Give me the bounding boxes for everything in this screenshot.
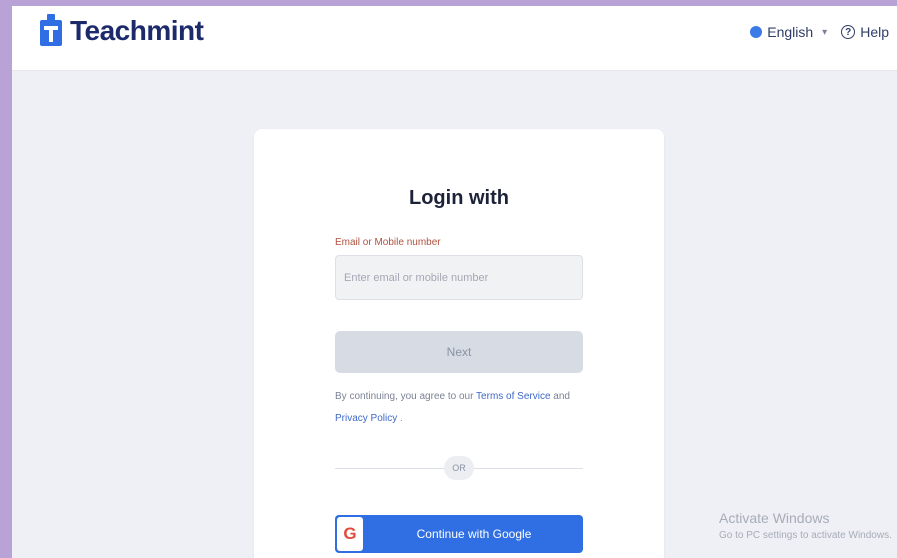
google-icon: G [337,517,363,551]
brand-name: Teachmint [70,15,204,46]
activate-windows-watermark: Activate Windows Go to PC settings to ac… [719,510,892,541]
watermark-subtitle: Go to PC settings to activate Windows. [719,530,892,541]
chevron-down-icon: ▾ [822,26,828,38]
language-selector[interactable]: English ▾ [750,24,827,40]
help-link[interactable]: ? Help [841,24,889,40]
language-label: English [767,24,814,40]
terms-notice: By continuing, you agree to our Terms of… [335,386,590,430]
globe-icon [750,26,763,38]
email-or-mobile-input[interactable] [335,255,583,300]
brand-logo[interactable]: Teachmint [38,14,204,48]
next-button[interactable]: Next [335,331,583,373]
watermark-title: Activate Windows [719,510,830,526]
email-field-label: Email or Mobile number [335,237,441,248]
terms-of-service-link[interactable]: Terms of Service [476,391,550,402]
terms-and: and [553,391,570,402]
teachmint-logo-icon [40,14,62,46]
help-icon: ? [841,25,856,39]
continue-with-google-button[interactable]: G Continue with Google [335,515,583,553]
terms-prefix: By continuing, you agree to our [335,391,474,402]
login-card: Login with Email or Mobile number Next B… [254,129,664,558]
or-label: OR [444,456,474,480]
terms-suffix: . [400,413,403,424]
header-actions: English ▾ ? Help [750,24,889,40]
google-button-label: Continue with Google [416,527,532,541]
help-label: Help [860,24,889,40]
top-header: Teachmint English ▾ ? Help [12,6,897,71]
login-title: Login with [409,187,509,209]
privacy-policy-link[interactable]: Privacy Policy [335,413,397,424]
browser-viewport: Teachmint English ▾ ? Help Login with Em… [12,6,897,558]
